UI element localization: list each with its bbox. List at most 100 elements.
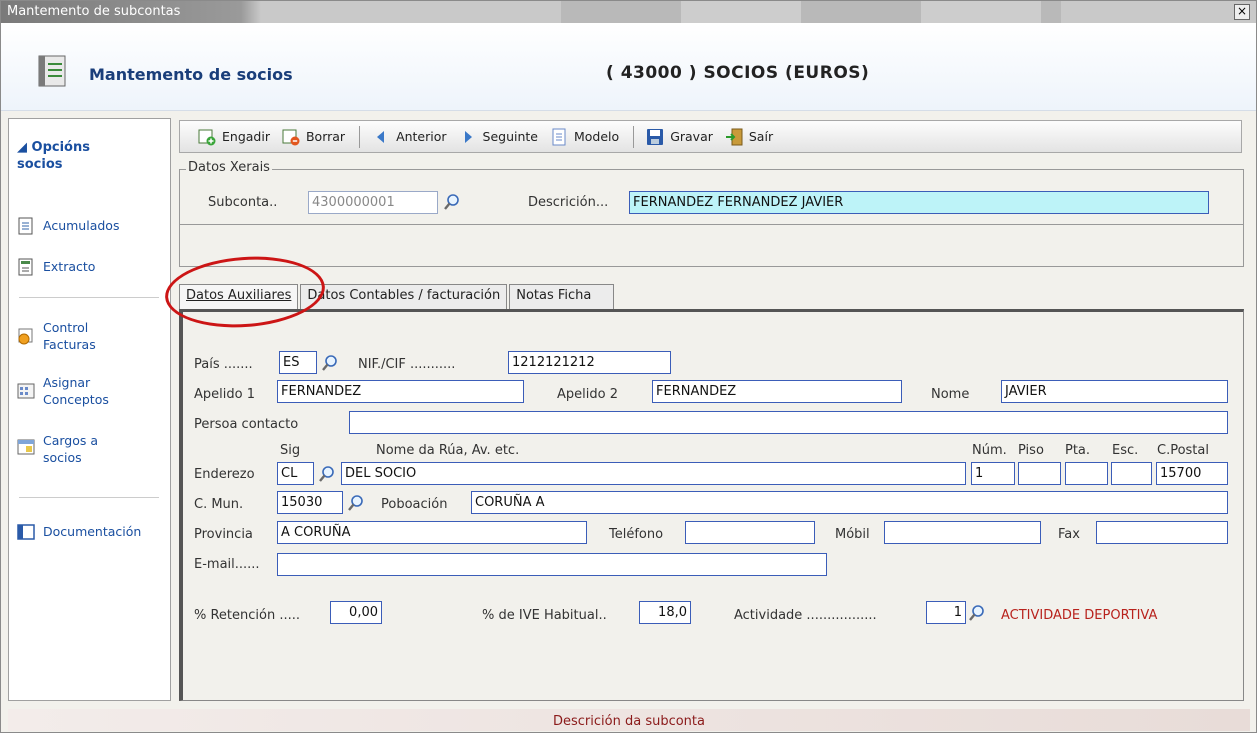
country-field[interactable]: ES: [279, 351, 317, 374]
save-icon: [647, 128, 664, 145]
surname2-field[interactable]: FERNANDEZ: [652, 380, 902, 403]
door-label: Pta.: [1065, 443, 1091, 458]
add-button[interactable]: Engadir: [198, 128, 270, 146]
search-icon[interactable]: [347, 494, 365, 512]
window-title: Mantemento de subcontas: [7, 4, 181, 19]
vat-field[interactable]: 18,0: [639, 601, 691, 624]
exit-door-icon: [725, 128, 743, 145]
stair-label: Esc.: [1112, 443, 1139, 458]
tab-datos-contables[interactable]: Datos Contables / facturación: [300, 284, 508, 309]
sidebar-item-label: Cargos a socios: [43, 433, 99, 465]
retention-field[interactable]: 0,00: [330, 601, 382, 624]
sidebar-item-label: Documentación: [43, 524, 142, 539]
subaccount-label: Subconta..: [208, 195, 278, 210]
nif-label: NIF./CIF ...........: [358, 357, 456, 372]
sidebar-item-control-facturas[interactable]: Control Facturas: [17, 319, 96, 353]
sidebar-item-asignar-conceptos[interactable]: Asignar Conceptos: [17, 374, 109, 408]
page-title: Mantemento de socios: [89, 65, 293, 84]
next-button[interactable]: Seguinte: [459, 128, 538, 146]
floor-field[interactable]: [1018, 462, 1061, 485]
save-button[interactable]: Gravar: [646, 128, 713, 146]
delete-record-icon: [282, 129, 300, 145]
group-legend: Datos Xerais: [186, 160, 272, 175]
title-bar: Mantemento de subcontas ×: [1, 1, 1256, 23]
name-label: Nome: [931, 387, 970, 402]
arrow-right-icon: [464, 130, 472, 143]
email-label: E-mail......: [194, 557, 260, 572]
close-button[interactable]: ×: [1234, 4, 1250, 20]
document-icon: [552, 128, 566, 145]
subaccount-field[interactable]: 4300000001: [308, 191, 438, 214]
sidebar-item-extracto[interactable]: Extracto: [17, 258, 95, 276]
surname1-field[interactable]: FERNANDEZ: [277, 380, 524, 403]
delete-button[interactable]: Borrar: [282, 128, 345, 146]
town-label: Poboación: [381, 497, 448, 512]
previous-button[interactable]: Anterior: [372, 128, 447, 146]
phone-field[interactable]: [685, 521, 815, 544]
invoice-icon: [18, 328, 33, 345]
phone-label: Teléfono: [609, 527, 664, 542]
mobile-field[interactable]: [884, 521, 1041, 544]
surname1-label: Apelido 1: [194, 387, 255, 402]
vat-label: % de IVE Habitual..: [482, 608, 607, 623]
sidebar-item-documentacion[interactable]: Documentación: [17, 523, 141, 541]
door-field[interactable]: [1065, 462, 1108, 485]
document-icon: [18, 217, 33, 235]
country-label: País .......: [194, 357, 253, 372]
search-icon[interactable]: [443, 193, 461, 211]
status-bar: Descrición da subconta: [8, 709, 1250, 731]
num-label: Núm.: [972, 443, 1007, 458]
town-field[interactable]: CORUÑA A: [471, 491, 1228, 514]
document-icon: [18, 258, 33, 276]
header: Mantemento de socios ( 43000 ) SOCIOS (E…: [1, 23, 1256, 111]
description-field[interactable]: FERNANDEZ FERNANDEZ JAVIER: [629, 191, 1209, 214]
activity-description: ACTIVIDADE DEPORTIVA: [1001, 608, 1158, 623]
sig-field[interactable]: CL: [277, 462, 314, 485]
search-icon[interactable]: [968, 604, 986, 622]
sidebar: ◢ Opcións socios Acumulados Extracto Con…: [8, 118, 171, 701]
exit-button[interactable]: Saír: [725, 128, 773, 146]
search-icon[interactable]: [321, 354, 339, 372]
add-record-icon: [198, 129, 216, 145]
name-field[interactable]: JAVIER: [1001, 380, 1228, 403]
num-field[interactable]: 1: [971, 462, 1015, 485]
contact-label: Persoa contacto: [194, 417, 299, 432]
sidebar-item-cargos-socios[interactable]: Cargos a socios: [17, 432, 98, 466]
retention-label: % Retención .....: [194, 608, 301, 623]
surname2-label: Apelido 2: [557, 387, 618, 402]
account-title: ( 43000 ) SOCIOS (EUROS): [606, 63, 870, 83]
floor-label: Piso: [1018, 443, 1044, 458]
fax-field[interactable]: [1096, 521, 1228, 544]
search-icon[interactable]: [318, 465, 336, 483]
sidebar-item-label: Extracto: [43, 259, 96, 274]
street-field[interactable]: DEL SOCIO: [341, 462, 966, 485]
municipality-field[interactable]: 15030: [277, 491, 343, 514]
description-label: Descrición...: [528, 195, 609, 210]
province-field[interactable]: A CORUÑA: [277, 521, 587, 544]
province-label: Provincia: [194, 527, 253, 542]
address-label: Enderezo: [194, 467, 255, 482]
mobile-label: Móbil: [835, 527, 870, 542]
template-button[interactable]: Modelo: [550, 128, 619, 146]
general-data-extra: [179, 225, 1244, 267]
contact-field[interactable]: [349, 411, 1228, 434]
calendar-icon: [17, 439, 35, 455]
email-field[interactable]: [277, 553, 827, 576]
nif-field[interactable]: 1212121212: [508, 351, 671, 374]
tab-notas-ficha[interactable]: Notas Ficha: [509, 284, 615, 309]
window-icon: [17, 524, 35, 540]
arrow-left-icon: [377, 130, 385, 143]
sidebar-item-label: Acumulados: [43, 218, 120, 233]
ledger-icon: [38, 55, 66, 87]
sidebar-item-label: Asignar Conceptos: [43, 375, 109, 407]
sidebar-section-title: ◢ Opcións socios: [17, 140, 90, 172]
sidebar-item-label: Control Facturas: [43, 320, 96, 352]
postal-field[interactable]: 15700: [1156, 462, 1228, 485]
postal-label: C.Postal: [1157, 443, 1209, 458]
activity-field[interactable]: 1: [926, 601, 966, 624]
main-window: Mantemento de subcontas × Mantemento de …: [0, 0, 1257, 733]
sidebar-item-acumulados[interactable]: Acumulados: [17, 217, 119, 235]
sig-label: Sig: [280, 443, 301, 458]
stair-field[interactable]: [1111, 462, 1152, 485]
fax-label: Fax: [1058, 527, 1080, 542]
